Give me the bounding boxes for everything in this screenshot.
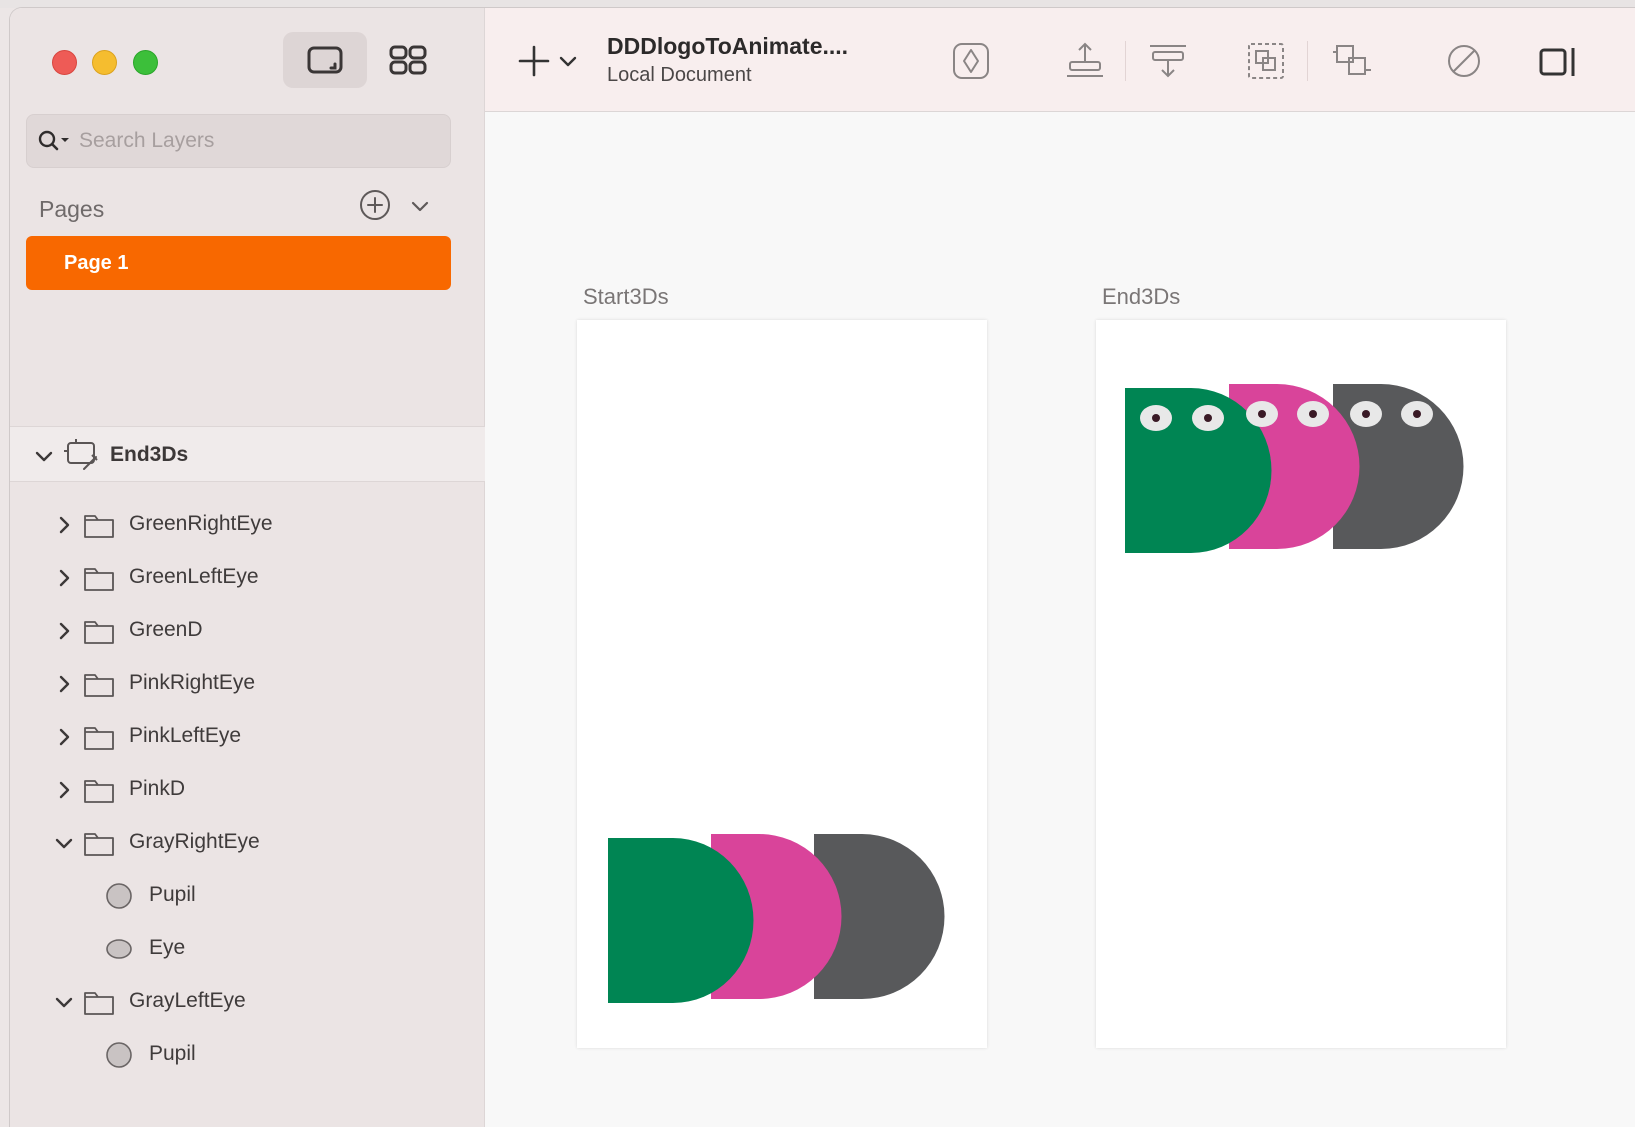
folder-icon bbox=[84, 780, 114, 803]
search-box[interactable] bbox=[26, 114, 451, 168]
chevron-right-icon[interactable] bbox=[53, 514, 75, 536]
layers-header-label: End3Ds bbox=[110, 443, 189, 466]
artboard-title-start3ds[interactable]: Start3Ds bbox=[583, 284, 669, 310]
layer-list: GreenRightEye GreenLeftEye GreenD PinkRight… bbox=[10, 498, 485, 1081]
grid-view-button[interactable] bbox=[380, 32, 436, 88]
app-window-backdrop: Pages Page 1 bbox=[0, 0, 1635, 1127]
layer-label: Eye bbox=[149, 936, 186, 959]
layer-label: Pupil bbox=[149, 883, 196, 906]
page-item-label: Page 1 bbox=[64, 252, 129, 274]
search-input[interactable] bbox=[79, 125, 439, 157]
ungroup-icon[interactable] bbox=[1329, 38, 1375, 84]
chevron-down-icon[interactable] bbox=[53, 832, 75, 854]
layer-row[interactable]: PinkLeftEye bbox=[10, 710, 485, 763]
align-bottom-icon[interactable] bbox=[1062, 38, 1108, 84]
chevron-down-icon[interactable] bbox=[408, 194, 432, 218]
folder-icon bbox=[84, 674, 114, 697]
document-title[interactable]: DDDlogoToAnimate.... bbox=[607, 33, 848, 60]
folder-icon bbox=[84, 621, 114, 644]
mask-icon[interactable] bbox=[1441, 38, 1487, 84]
sidebar: Pages Page 1 bbox=[10, 8, 485, 1127]
layer-row[interactable]: GreenD bbox=[10, 604, 485, 657]
toolbar-separator bbox=[1125, 41, 1126, 81]
layer-row[interactable]: Pupil bbox=[10, 1028, 485, 1081]
distribute-icon[interactable] bbox=[1145, 38, 1191, 84]
layers-artboard-header[interactable]: End3Ds bbox=[10, 426, 485, 482]
gray-left-pupil bbox=[1362, 410, 1370, 418]
canvas[interactable]: Start3Ds End3Ds bbox=[485, 112, 1635, 1127]
oval-icon bbox=[106, 883, 132, 909]
toolbar-separator bbox=[1307, 41, 1308, 81]
folder-icon bbox=[84, 515, 114, 538]
artboard-icon bbox=[64, 439, 98, 470]
green-right-pupil bbox=[1204, 414, 1212, 422]
toolbar: DDDlogoToAnimate.... Local Document bbox=[485, 8, 1635, 112]
grid-view-icon bbox=[389, 45, 427, 75]
layer-label: GrayRightEye bbox=[129, 830, 260, 853]
gray-right-pupil bbox=[1413, 410, 1421, 418]
artboard-start3ds[interactable] bbox=[577, 320, 987, 1048]
layer-row[interactable]: GrayRightEye bbox=[10, 816, 485, 869]
layer-label: PinkD bbox=[129, 777, 186, 800]
insert-chevron-icon[interactable] bbox=[557, 50, 579, 72]
desktop-backdrop bbox=[0, 0, 1635, 8]
chevron-right-icon[interactable] bbox=[53, 726, 75, 748]
pages-section-label: Pages bbox=[39, 196, 105, 222]
pink-left-pupil bbox=[1258, 410, 1266, 418]
layer-row[interactable]: PinkD bbox=[10, 763, 485, 816]
folder-icon bbox=[84, 568, 114, 591]
layer-label: GreenD bbox=[129, 618, 203, 641]
oval-icon bbox=[106, 1042, 132, 1068]
insert-plus-icon[interactable] bbox=[515, 42, 553, 80]
artboard-title-end3ds[interactable]: End3Ds bbox=[1102, 284, 1180, 310]
folder-icon bbox=[84, 833, 114, 856]
zoom-button[interactable] bbox=[133, 50, 158, 75]
group-icon[interactable] bbox=[1243, 38, 1289, 84]
chevron-right-icon[interactable] bbox=[53, 673, 75, 695]
minimize-button[interactable] bbox=[92, 50, 117, 75]
layer-label: GreenRightEye bbox=[129, 512, 273, 535]
layer-row[interactable]: GreenRightEye bbox=[10, 498, 485, 551]
folder-icon bbox=[84, 992, 114, 1015]
layer-row[interactable]: GrayLeftEye bbox=[10, 975, 485, 1028]
chevron-right-icon[interactable] bbox=[53, 567, 75, 589]
ellipse-icon bbox=[106, 939, 132, 959]
layer-row[interactable]: Eye bbox=[10, 922, 485, 975]
frame-icon[interactable] bbox=[1535, 38, 1581, 84]
create-symbol-icon[interactable] bbox=[948, 38, 994, 84]
pink-right-pupil bbox=[1309, 410, 1317, 418]
canvas-view-icon bbox=[307, 46, 343, 74]
ddd-logo-start[interactable] bbox=[577, 320, 987, 1048]
chevron-right-icon[interactable] bbox=[53, 779, 75, 801]
canvas-view-button[interactable] bbox=[283, 32, 367, 88]
close-button[interactable] bbox=[52, 50, 77, 75]
document-subtitle: Local Document bbox=[607, 64, 752, 86]
layer-label: PinkRightEye bbox=[129, 671, 256, 694]
chevron-down-icon[interactable] bbox=[53, 991, 75, 1013]
chevron-down-icon[interactable] bbox=[33, 445, 55, 467]
folder-icon bbox=[84, 727, 114, 750]
add-page-icon[interactable] bbox=[358, 188, 392, 222]
layer-row[interactable]: GreenLeftEye bbox=[10, 551, 485, 604]
layer-row[interactable]: Pupil bbox=[10, 869, 485, 922]
chevron-right-icon[interactable] bbox=[53, 620, 75, 642]
sketch-window: Pages Page 1 bbox=[10, 8, 1635, 1127]
layer-label: GreenLeftEye bbox=[129, 565, 259, 588]
green-left-pupil bbox=[1152, 414, 1160, 422]
layer-label: PinkLeftEye bbox=[129, 724, 242, 747]
ddd-logo-end[interactable] bbox=[1096, 320, 1506, 1048]
artboard-end3ds[interactable] bbox=[1096, 320, 1506, 1048]
search-icon[interactable] bbox=[37, 129, 71, 153]
layer-row[interactable]: PinkRightEye bbox=[10, 657, 485, 710]
layer-label: Pupil bbox=[149, 1042, 196, 1065]
layer-label: GrayLeftEye bbox=[129, 989, 246, 1012]
page-item-page-1[interactable]: Page 1 bbox=[26, 236, 451, 290]
